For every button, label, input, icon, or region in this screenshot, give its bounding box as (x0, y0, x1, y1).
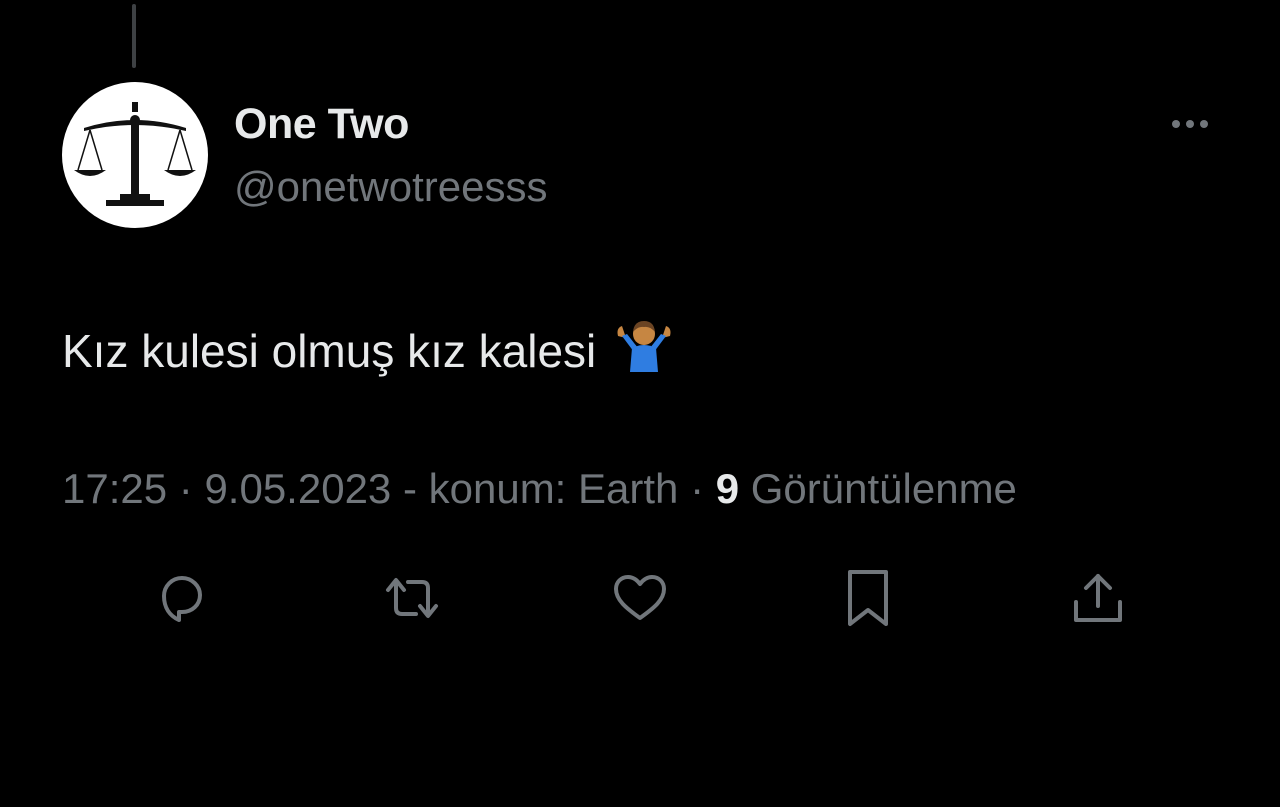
author-handle[interactable]: @onetwotreesss (234, 163, 547, 211)
bookmark-icon (848, 570, 888, 626)
meta-separator: · (678, 465, 716, 512)
author-display-name[interactable]: One Two (234, 100, 409, 149)
share-icon (1074, 574, 1122, 622)
reply-button[interactable] (150, 566, 214, 630)
tweet-date[interactable]: 9.05.2023 (204, 465, 391, 512)
scales-of-justice-icon (74, 102, 196, 206)
tweet-time[interactable]: 17:25 (62, 465, 167, 512)
more-options-button[interactable] (1164, 106, 1216, 142)
retweet-icon (386, 578, 438, 618)
meta-separator: · (167, 465, 205, 512)
tweet-meta: 17:25 · 9.05.2023 - konum: Earth · 9 Gör… (62, 465, 1017, 513)
tweet-body: Kız kulesi olmuş kız kalesi (62, 318, 674, 383)
person-shrugging-emoji (614, 318, 674, 383)
bookmark-button[interactable] (836, 566, 900, 630)
share-button[interactable] (1066, 566, 1130, 630)
more-dots-icon (1172, 120, 1208, 128)
tweet-text: Kız kulesi olmuş kız kalesi (62, 324, 597, 377)
avatar[interactable] (62, 82, 208, 228)
views-label[interactable]: Görüntülenme (739, 465, 1017, 512)
views-count[interactable]: 9 (716, 465, 739, 512)
heart-icon (614, 575, 666, 620)
tweet-location: - konum: Earth (391, 465, 679, 512)
thread-connector-line (132, 4, 136, 68)
reply-icon (162, 576, 202, 622)
like-button[interactable] (608, 566, 672, 630)
retweet-button[interactable] (380, 566, 444, 630)
